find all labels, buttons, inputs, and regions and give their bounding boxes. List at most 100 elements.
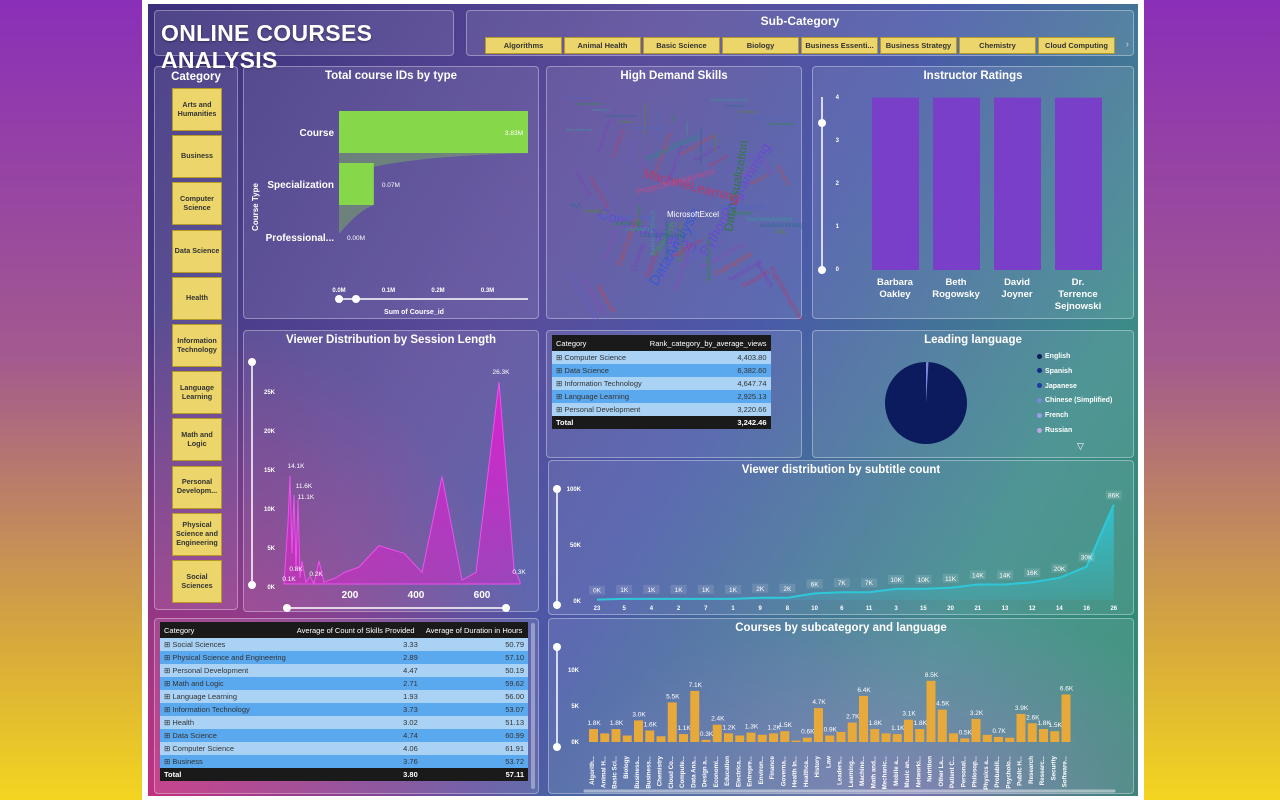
table-row[interactable]: ⊞ Data Science 6,382.60 [552,364,771,377]
bar[interactable] [712,724,722,742]
slider-handle[interactable] [553,743,561,751]
bar[interactable] [1027,723,1037,742]
slider-handle[interactable] [248,358,256,366]
legend-item-russian[interactable]: Russian [1037,427,1072,434]
category-item-language-learning[interactable]: Language Learning [172,371,222,415]
bar[interactable] [1005,737,1015,742]
table-scrollbar[interactable] [531,623,535,789]
bar[interactable] [1039,729,1048,742]
legend-item-chinese-simplified[interactable]: Chinese (Simplified) [1037,397,1112,404]
bar[interactable] [971,718,981,742]
rating-bar[interactable] [994,97,1041,270]
table-row[interactable]: ⊞ Health 3.02 51.13 [160,716,528,729]
bar[interactable] [836,731,846,742]
bar[interactable] [634,720,643,742]
column-header[interactable]: Average of Count of Skills Provided [292,622,422,638]
bar[interactable] [960,738,970,742]
table-row[interactable]: ⊞ Data Science 4.74 60.99 [160,729,528,742]
category-item-information-technology[interactable]: Information Technology [172,324,222,367]
table-row[interactable]: ⊞ Social Sciences 3.33 50.79 [160,638,528,651]
bar[interactable] [994,736,1003,742]
table-row[interactable]: ⊞ Information Technology 3.73 53.07 [160,703,528,716]
bar[interactable] [780,731,790,742]
slider-handle[interactable] [283,604,291,612]
table-row[interactable]: ⊞ Information Technology 4,647.74 [552,377,771,390]
category-item-social-sciences[interactable]: Social Sciences [172,560,222,603]
legend-item-english[interactable]: English [1037,353,1070,360]
column-header[interactable]: Rank_category_by_average_views [645,335,771,351]
bar[interactable] [825,735,835,742]
bar[interactable] [1016,713,1026,742]
bar[interactable] [679,734,688,742]
rating-bar[interactable] [933,97,980,270]
bar[interactable] [1061,694,1071,742]
slider-handle[interactable] [553,643,561,651]
category-item-health[interactable]: Health [172,276,222,320]
bar[interactable] [339,111,528,153]
subcategory-item-algorithms[interactable]: Algorithms [485,37,562,54]
legend-item-french[interactable]: French [1037,412,1068,419]
category-item-personal-developm[interactable]: Personal Developm... [172,465,222,509]
bar[interactable] [656,736,666,742]
bar[interactable] [611,729,621,742]
bar[interactable] [802,737,812,742]
bar[interactable] [746,732,756,742]
bar[interactable] [904,719,913,742]
bar[interactable] [1050,731,1060,742]
bar[interactable] [982,734,992,742]
legend-item-japanese[interactable]: Japanese [1037,383,1077,390]
subcategory-item-animal-health[interactable]: Animal Health [564,37,641,54]
table-row[interactable]: ⊞ Computer Science 4.06 61.91 [160,742,528,755]
slider-handle[interactable] [248,581,256,589]
subcategory-item-chemistry[interactable]: Chemistry [959,37,1036,54]
bar[interactable] [949,733,958,742]
rating-bar[interactable] [1055,97,1102,270]
bar[interactable] [915,729,925,742]
slider-handle[interactable] [553,601,561,609]
bar[interactable] [870,729,880,742]
column-header[interactable]: Average of Duration in Hours [421,622,528,638]
column-header[interactable]: Category [160,622,293,638]
bar[interactable] [600,733,610,742]
table-row[interactable]: ⊞ Personal Development 4.47 50.19 [160,664,528,677]
subcategory-item-cloud-computing[interactable]: Cloud Computing [1038,37,1115,54]
category-item-data-science[interactable]: Data Science [172,229,222,273]
bar[interactable] [724,733,733,742]
bar[interactable] [937,709,947,742]
subcategory-item-business-strategy[interactable]: Business Strategy [880,37,957,54]
category-item-computer-science[interactable]: Computer Science [172,182,222,226]
bar[interactable] [791,740,801,742]
bar[interactable] [847,722,857,742]
bar[interactable] [926,680,936,742]
bar[interactable] [589,729,598,742]
slider-handle[interactable] [352,295,360,303]
bar[interactable] [814,708,823,742]
bar[interactable] [667,702,677,742]
subcategory-item-biology[interactable]: Biology [722,37,799,54]
category-item-arts-and-humanities[interactable]: Arts and Humanities [172,88,222,131]
table-row[interactable]: ⊞ Language Learning 2,925.13 [552,390,771,403]
bar[interactable] [769,733,778,742]
slider-handle[interactable] [553,485,561,493]
bar[interactable] [735,735,745,742]
category-item-business[interactable]: Business [172,135,222,179]
subcategory-item-basic-science[interactable]: Basic Science [643,37,720,54]
column-header[interactable]: Category [552,335,646,351]
legend-item-spanish[interactable]: Spanish [1037,368,1072,375]
rating-bar[interactable] [872,97,919,270]
bar[interactable] [645,730,655,742]
bar[interactable] [859,695,868,742]
session-area[interactable] [283,381,521,586]
bar[interactable] [881,733,891,742]
table-row[interactable]: ⊞ Language Learning 1.93 56.00 [160,690,528,703]
table-row[interactable]: ⊞ Computer Science 4,403.80 [552,351,771,364]
chevron-right-icon[interactable]: › [1126,39,1129,50]
table-row[interactable]: ⊞ Personal Development 3,220.66 [552,403,771,416]
slider-handle[interactable] [335,295,343,303]
bar[interactable] [757,734,767,742]
slider-handle[interactable] [502,604,510,612]
table-row[interactable]: ⊞ Physical Science and Engineering 2.89 57… [160,651,528,664]
table-row[interactable]: ⊞ Math and Logic 2.71 59.62 [160,677,528,690]
bar[interactable] [690,690,700,742]
category-item-physical-science-and-engineering[interactable]: Physical Science and Engineering [172,512,222,556]
